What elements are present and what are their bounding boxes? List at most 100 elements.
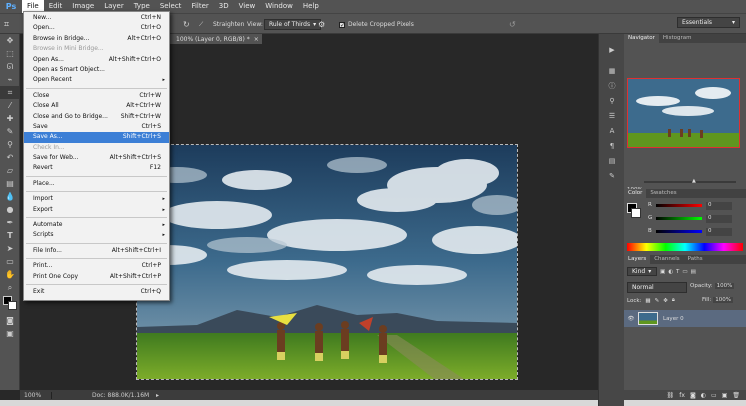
crop-tool-icon[interactable]: ⌗ [0, 86, 20, 99]
screen-mode-icon[interactable]: ▣ [0, 327, 20, 340]
workspace-switcher[interactable]: Essentials ▾ [677, 17, 740, 28]
layer-name[interactable]: Layer 0 [663, 316, 684, 322]
file-menu-item[interactable]: Automate ▸ [24, 220, 169, 230]
color-channel-slider[interactable] [656, 230, 702, 233]
color-channel-value[interactable]: 0 [706, 228, 732, 236]
paragraph-icon[interactable]: ¶ [599, 138, 625, 153]
filter-adjustment-icon[interactable]: ◐ [668, 269, 673, 275]
opacity-input[interactable]: 100% [714, 283, 735, 289]
color-background[interactable] [631, 208, 641, 218]
file-menu-item[interactable]: Close and Go to Bridge... Shift+Ctrl+W [24, 112, 169, 122]
info-icon[interactable]: ⓘ [599, 78, 625, 93]
lock-paint-icon[interactable]: ✎ [655, 298, 660, 304]
new-layer-icon[interactable]: ▣ [722, 392, 728, 399]
reset-icon[interactable]: ↺ [509, 14, 516, 35]
crop-tool-icon[interactable]: ⌗ [4, 14, 9, 35]
properties-icon[interactable]: ☰ [599, 108, 625, 123]
menu-3d[interactable]: 3D [214, 0, 234, 13]
slider-thumb-icon[interactable]: ▲ [692, 178, 696, 184]
file-menu-item[interactable]: Save As... Shift+Ctrl+S [24, 132, 169, 143]
file-menu-item[interactable]: Place... [24, 179, 169, 189]
tab-color[interactable]: Color [624, 189, 647, 198]
file-menu-item[interactable]: Export ▸ [24, 205, 169, 215]
play-icon[interactable]: ▶ [599, 42, 625, 57]
background-color[interactable] [8, 301, 17, 310]
adjustment-layer-icon[interactable]: ◐ [701, 392, 706, 399]
close-icon[interactable]: × [254, 36, 259, 43]
view-overlay-select[interactable]: Rule of Thirds ▾ [264, 19, 322, 30]
tab-layers[interactable]: Layers [624, 255, 651, 264]
shape-tool-icon[interactable]: ▭ [0, 255, 20, 268]
color-channel-value[interactable]: 0 [706, 215, 732, 223]
color-channel-slider[interactable] [656, 204, 702, 207]
document-tab[interactable]: 100% (Layer 0, RGB/8) * × [170, 34, 262, 44]
file-menu-item[interactable]: Save Ctrl+S [24, 122, 169, 132]
history-icon[interactable]: ▦ [599, 63, 625, 78]
file-menu-item[interactable]: Open as Smart Object... [24, 65, 169, 75]
navigator-thumbnail[interactable] [627, 78, 740, 148]
menu-help[interactable]: Help [298, 0, 324, 13]
lock-transparent-icon[interactable]: ▦ [645, 298, 650, 304]
fx-icon[interactable]: fx [679, 392, 685, 399]
file-menu-item[interactable]: Print One Copy Alt+Shift+Ctrl+P [24, 272, 169, 282]
dodge-tool-icon[interactable]: ● [0, 203, 20, 216]
gradient-tool-icon[interactable]: ▤ [0, 177, 20, 190]
filter-type-icon[interactable]: T [676, 269, 679, 275]
menu-window[interactable]: Window [260, 0, 298, 13]
link-icon[interactable]: ⛓ [667, 392, 675, 399]
menu-filter[interactable]: Filter [186, 0, 213, 13]
file-menu-item[interactable]: Close Ctrl+W [24, 91, 169, 101]
gear-icon[interactable]: ⚙ [318, 14, 325, 35]
file-menu-item[interactable]: Open As... Alt+Shift+Ctrl+O [24, 55, 169, 65]
file-menu-item[interactable]: Exit Ctrl+Q [24, 287, 169, 297]
type-tool-icon[interactable]: T [0, 229, 20, 242]
color-channel-value[interactable]: 0 [706, 202, 732, 210]
layer-row[interactable]: 👁︎ Layer 0 [624, 310, 746, 327]
path-select-tool-icon[interactable]: ➤ [0, 242, 20, 255]
healing-brush-tool-icon[interactable]: ✚ [0, 112, 20, 125]
tab-swatches[interactable]: Swatches [646, 189, 680, 198]
zoom-tool-icon[interactable]: ⌕ [0, 281, 20, 294]
eyedropper-tool-icon[interactable]: ⁄ [0, 99, 20, 112]
file-menu-item[interactable]: Revert F12 [24, 163, 169, 173]
navigator-zoom-slider[interactable] [644, 181, 736, 183]
trash-icon[interactable]: 🗑︎ [732, 392, 740, 399]
clone-stamp-tool-icon[interactable]: ⚲ [0, 138, 20, 151]
file-menu-item[interactable]: Print... Ctrl+P [24, 261, 169, 271]
tab-navigator[interactable]: Navigator [624, 34, 659, 43]
tab-channels[interactable]: Channels [650, 255, 683, 264]
tab-histogram[interactable]: Histogram [659, 34, 696, 43]
filter-shape-icon[interactable]: ▭ [682, 269, 687, 275]
quick-mask-icon[interactable]: ◙ [0, 314, 20, 327]
hand-tool-icon[interactable]: ✋ [0, 268, 20, 281]
adjustments-icon[interactable]: ⚲ [599, 93, 625, 108]
delete-cropped-checkbox[interactable]: ✓ Delete Cropped Pixels [339, 14, 414, 35]
document-image[interactable] [136, 144, 518, 380]
straighten-icon[interactable]: ⟋ [199, 14, 203, 35]
marquee-tool-icon[interactable]: ⬚ [0, 47, 20, 60]
file-menu-item[interactable]: Save for Web... Alt+Shift+Ctrl+S [24, 153, 169, 163]
color-swatches[interactable] [0, 294, 20, 314]
file-menu-item[interactable]: Open Recent ▸ [24, 75, 169, 85]
file-menu-item[interactable]: New... Ctrl+N [24, 13, 169, 23]
play-icon[interactable]: ▸ [156, 392, 159, 399]
blend-mode-select[interactable]: Normal [627, 282, 687, 293]
character-icon[interactable]: A [599, 123, 625, 138]
styles-icon[interactable]: ▤ [599, 153, 625, 168]
blur-tool-icon[interactable]: 💧 [0, 190, 20, 203]
move-tool-icon[interactable]: ✥ [0, 34, 20, 47]
fill-input[interactable]: 100% [713, 297, 733, 303]
menu-view[interactable]: View [234, 0, 261, 13]
lock-move-icon[interactable]: ✥ [663, 298, 668, 304]
brush-tool-icon[interactable]: ✎ [0, 125, 20, 138]
file-menu-item[interactable]: Browse in Bridge... Alt+Ctrl+O [24, 34, 169, 44]
file-menu-item[interactable]: Close All Alt+Ctrl+W [24, 101, 169, 111]
layer-kind-select[interactable]: Kind ▾ [627, 267, 657, 276]
zoom-level[interactable]: 100% [20, 391, 52, 399]
filter-pixel-icon[interactable]: ▣ [660, 269, 665, 275]
straighten-button[interactable]: Straighten [213, 14, 244, 35]
file-menu-item[interactable]: File Info... Alt+Shift+Ctrl+I [24, 246, 169, 256]
eye-icon[interactable]: 👁︎ [624, 316, 638, 322]
lock-all-icon[interactable]: 🔒︎ [672, 297, 675, 304]
lasso-tool-icon[interactable]: ᘏ [0, 60, 20, 73]
